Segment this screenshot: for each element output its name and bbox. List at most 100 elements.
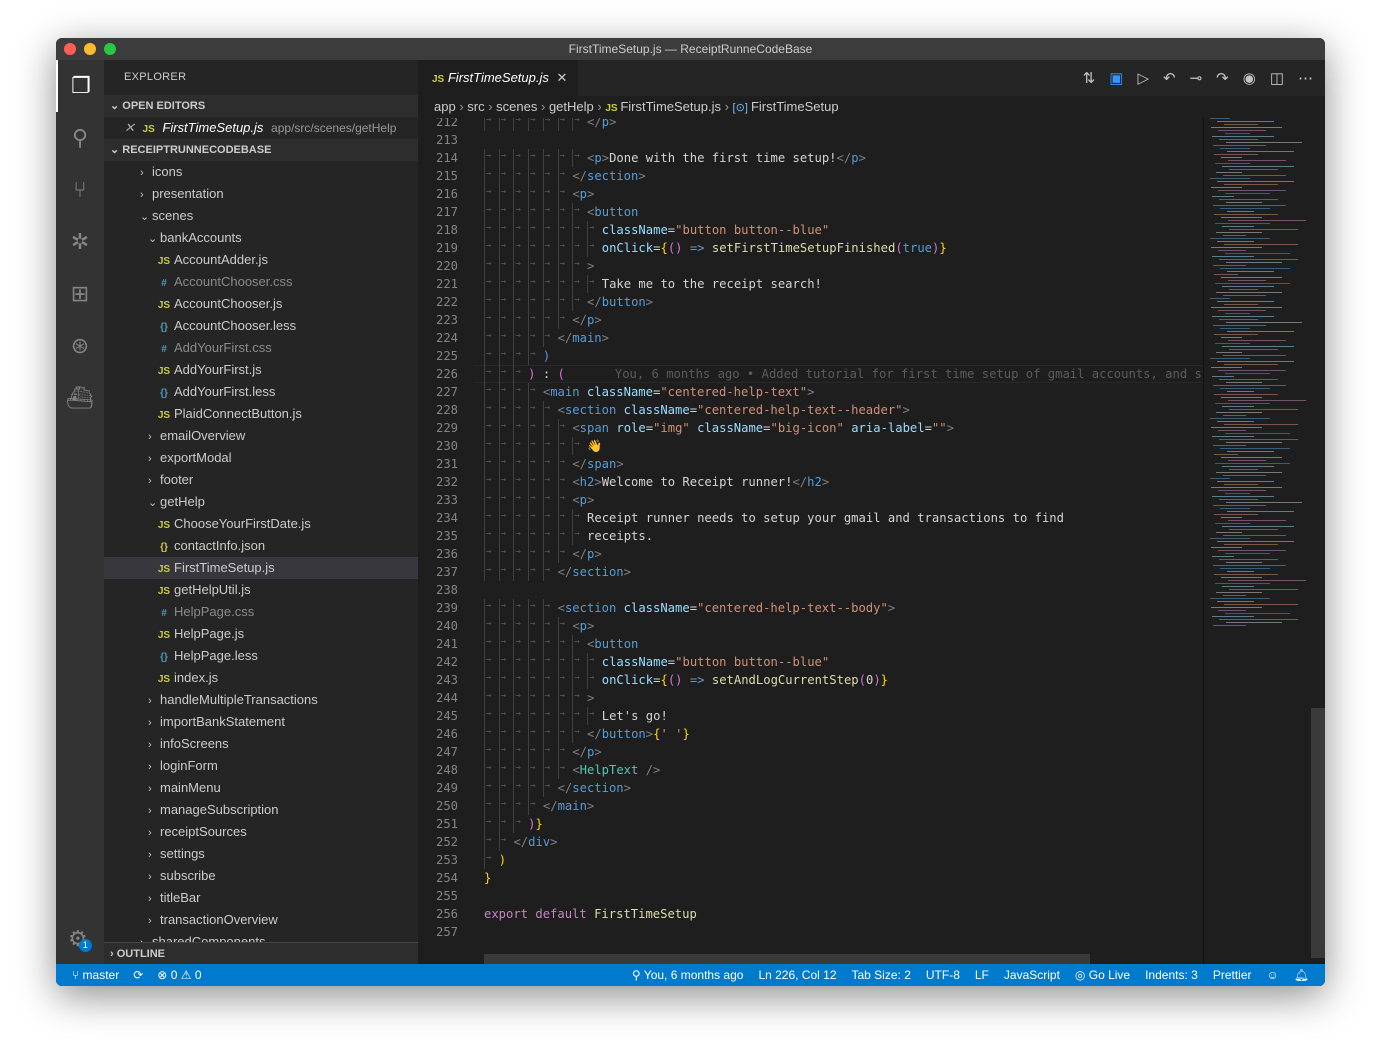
folder-item[interactable]: ⌄ scenes [104,205,418,227]
folder-item[interactable]: › mainMenu [104,777,418,799]
problems-button[interactable]: ⊗ 0 ⚠ 0 [157,964,201,986]
horizontal-scrollbar[interactable] [484,954,1090,964]
git-lens-icon[interactable]: ◉ [1243,69,1256,87]
feedback-icon[interactable]: ☺ [1267,964,1279,986]
file-item[interactable]: # AccountChooser.css [104,271,418,293]
code-line: > [587,259,594,273]
file-item[interactable]: {} AddYourFirst.less [104,381,418,403]
tab-size[interactable]: Tab Size: 2 [852,964,911,986]
file-item[interactable]: JS ChooseYourFirstDate.js [104,513,418,535]
indent-guide [513,257,515,275]
breadcrumb-item[interactable]: FirstTimeSetup.js [620,99,721,114]
minimize-window-button[interactable] [84,43,96,55]
folder-item[interactable]: › manageSubscription [104,799,418,821]
file-item[interactable]: JS PlaidConnectButton.js [104,403,418,425]
tab-first-time-setup[interactable]: JS FirstTimeSetup.js ✕ [418,60,578,96]
folder-item[interactable]: › handleMultipleTransactions [104,689,418,711]
folder-item[interactable]: › loginForm [104,755,418,777]
folder-item[interactable]: › titleBar [104,887,418,909]
extensions-icon[interactable]: ⊞ [56,268,104,320]
folder-item[interactable]: › presentation [104,183,418,205]
compare-changes-icon[interactable]: ⇅ [1083,69,1096,87]
close-icon[interactable]: ✕ [124,120,135,135]
breadcrumb-item[interactable]: scenes [496,99,537,114]
code-token: "img" [653,421,690,435]
code-editor[interactable]: 212 → → → → → → → </p> 213 214 → → → → → → → <p>Done with … [418,118,1203,964]
debug-icon[interactable]: ✲ [56,216,104,268]
file-item[interactable]: JS getHelpUtil.js [104,579,418,601]
close-window-button[interactable] [64,43,76,55]
blame-status[interactable]: ⚲ You, 6 months ago [632,964,744,986]
scrollbar-thumb[interactable] [1311,708,1325,958]
settings-icon[interactable]: ⚙ 1 [68,926,92,952]
minimap-line [1218,310,1266,311]
maximize-window-button[interactable] [104,43,116,55]
folder-item[interactable]: › footer [104,469,418,491]
folder-item[interactable]: ⌄ getHelp [104,491,418,513]
prettier-status[interactable]: Prettier [1213,964,1252,986]
indent-guide [528,635,530,653]
file-item[interactable]: JS FirstTimeSetup.js [104,557,418,579]
file-item[interactable]: # HelpPage.css [104,601,418,623]
search-icon[interactable]: ⚲ [56,112,104,164]
minimap[interactable] [1203,118,1325,964]
next-change-icon[interactable]: ↷ [1216,69,1229,87]
file-item[interactable]: JS index.js [104,667,418,689]
code-token: = [645,421,654,435]
code-token: < [572,187,580,201]
split-editor-icon[interactable]: ◫ [1270,69,1284,87]
file-item[interactable]: {} HelpPage.less [104,645,418,667]
folder-item[interactable]: › importBankStatement [104,711,418,733]
folder-item[interactable]: › icons [104,161,418,183]
chevron-right-icon: › [720,99,733,114]
encoding[interactable]: UTF-8 [926,964,960,986]
folder-item[interactable]: › settings [104,843,418,865]
indent-guide [528,239,530,257]
live-share-icon[interactable]: ▣ [1109,69,1123,87]
indents[interactable]: Indents: 3 [1145,964,1198,986]
file-item[interactable]: JS HelpPage.js [104,623,418,645]
code-token: "centered-help-text--header" [697,403,903,417]
folder-item[interactable]: › infoScreens [104,733,418,755]
folder-item[interactable]: › exportModal [104,447,418,469]
indent-guide [498,275,500,293]
branch-button[interactable]: ⑂ master [72,964,119,986]
folder-item[interactable]: › emailOverview [104,425,418,447]
notifications-icon[interactable]: 🔔︎ [1294,964,1309,986]
files-icon[interactable]: ❐ [56,60,104,112]
whitespace-arrow: → [500,565,507,575]
breadcrumb-item[interactable]: getHelp [549,99,594,114]
outline-section[interactable]: › OUTLINE [104,942,418,964]
docker-icon[interactable]: ⛴ [56,372,104,424]
sync-icon[interactable]: ⟳ [133,964,143,986]
file-item[interactable]: JS AccountAdder.js [104,249,418,271]
end-of-line[interactable]: LF [975,964,989,986]
file-item[interactable]: JS AccountChooser.js [104,293,418,315]
folder-item[interactable]: › subscribe [104,865,418,887]
indent-guide [528,797,530,815]
go-live-button[interactable]: ◎ Go Live [1075,964,1130,986]
breadcrumb-item[interactable]: app [434,99,456,114]
open-editor-item[interactable]: ✕ JS FirstTimeSetup.js app/src/scenes/ge… [104,117,418,139]
folder-item[interactable]: ⌄ bankAccounts [104,227,418,249]
file-item[interactable]: {} AccountChooser.less [104,315,418,337]
previous-change-icon[interactable]: ↶ [1163,69,1176,87]
language-mode[interactable]: JavaScript [1004,964,1060,986]
file-item[interactable]: JS AddYourFirst.js [104,359,418,381]
code-token: > [586,799,595,813]
breadcrumb-item[interactable]: src [467,99,484,114]
project-section[interactable]: ⌄ RECEIPTRUNNECODEBASE [104,139,418,161]
source-control-icon[interactable]: ⑂ [56,164,104,216]
file-item[interactable]: # AddYourFirst.css [104,337,418,359]
file-item[interactable]: {} contactInfo.json [104,535,418,557]
breadcrumb-item[interactable]: FirstTimeSetup [751,99,839,114]
folder-item[interactable]: › receiptSources [104,821,418,843]
run-icon[interactable]: ▷ [1137,69,1149,87]
commit-icon[interactable]: ⊸ [1190,69,1203,87]
cursor-position[interactable]: Ln 226, Col 12 [758,964,836,986]
more-icon[interactable]: ⋯ [1298,69,1313,87]
folder-item[interactable]: › transactionOverview [104,909,418,931]
open-editors-section[interactable]: ⌄ OPEN EDITORS [104,95,418,117]
close-tab-icon[interactable]: ✕ [557,70,568,85]
git-graph-icon[interactable]: ⊛ [56,320,104,372]
